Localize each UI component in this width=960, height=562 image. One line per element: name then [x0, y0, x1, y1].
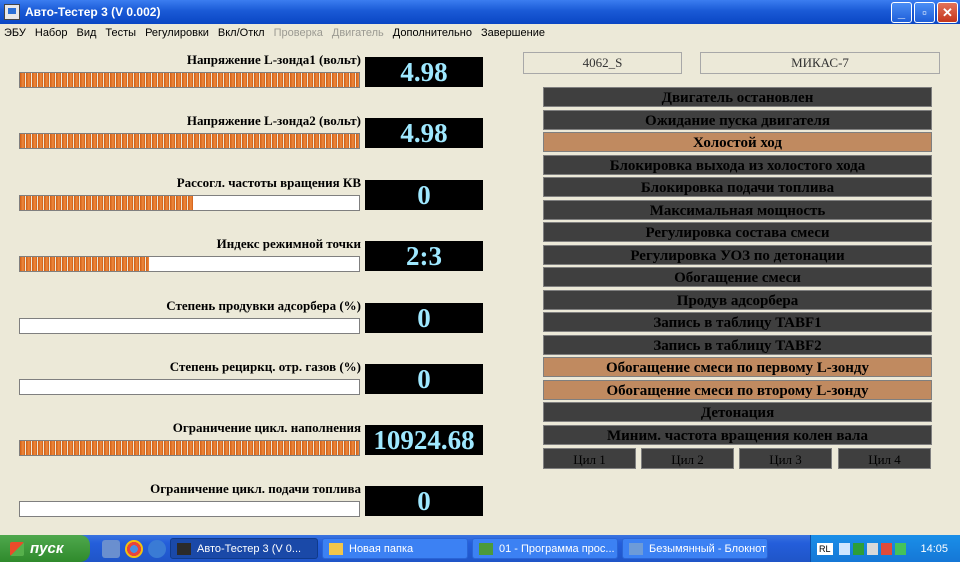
- gauge-bar: [19, 440, 360, 456]
- gauge-label: Ограничение цикл. наполнения: [172, 420, 361, 435]
- gauge-label: Степень рециркц. отр. газов (%): [169, 359, 361, 374]
- gauge-readout: 0: [365, 180, 483, 210]
- gauge-readout: 0: [365, 486, 483, 516]
- start-button[interactable]: пуск: [0, 535, 90, 562]
- mode-indicator: Запись в таблицу TABF1: [543, 312, 932, 332]
- maximize-button[interactable]: ▫: [914, 2, 935, 23]
- start-label: пуск: [30, 540, 64, 557]
- menu-item-9[interactable]: Завершение: [481, 27, 545, 39]
- mode-indicator: Обогащение смеси по второму L-зонду: [543, 379, 932, 400]
- gauge-readout: 10924.68: [365, 425, 483, 455]
- menu-item-2[interactable]: Вид: [76, 27, 96, 39]
- taskbar-button[interactable]: Авто-Тестер 3 (V 0...: [170, 538, 318, 559]
- gauge-bar-fill: [20, 73, 359, 87]
- taskbar-button[interactable]: 01 - Программа прос...: [472, 538, 618, 559]
- gauge-bar: [19, 379, 360, 395]
- mode-indicator: Продув адсорбера: [543, 289, 932, 310]
- gauge-bar-fill: [20, 257, 149, 271]
- menu-item-8[interactable]: Дополнительно: [393, 27, 472, 39]
- taskbar-app-icon: [177, 542, 191, 555]
- cylinder-indicator: Цил 1: [543, 448, 636, 469]
- firmware-info: 4062_S: [523, 52, 682, 74]
- close-button[interactable]: ✕: [937, 2, 958, 23]
- taskbar-button[interactable]: Безымянный - Блокнот: [622, 538, 768, 559]
- gauge-readout: 0: [365, 364, 483, 394]
- gauge-bar-fill: [20, 441, 359, 455]
- system-tray: RL 14:05: [810, 535, 960, 562]
- clock[interactable]: 14:05: [920, 543, 948, 555]
- gauge-bar: [19, 72, 360, 88]
- title-bar[interactable]: Авто-Тестер 3 (V 0.002) _ ▫ ✕: [0, 0, 960, 24]
- network-icon[interactable]: [866, 542, 878, 555]
- taskbar-button-label: Новая папка: [349, 542, 414, 555]
- cylinder-indicator: Цил 2: [641, 448, 734, 469]
- volume-icon[interactable]: [880, 542, 892, 555]
- gauge-label: Напряжение L-зонда1 (вольт): [186, 52, 361, 67]
- menu-item-6: Проверка: [273, 27, 323, 39]
- cylinder-indicator: Цил 4: [838, 448, 931, 469]
- gauge-label: Рассогл. частоты вращения КВ: [176, 175, 361, 190]
- taskbar-app-icon: [629, 542, 643, 555]
- gauge-readout: 2:3: [365, 241, 483, 271]
- taskbar-button-label: 01 - Программа прос...: [499, 542, 615, 555]
- cylinder-indicator: Цил 3: [739, 448, 832, 469]
- battery-icon[interactable]: [894, 542, 906, 555]
- window-title: Авто-Тестер 3 (V 0.002): [25, 5, 161, 19]
- window-controls: _ ▫ ✕: [891, 2, 958, 23]
- menu-item-3[interactable]: Тесты: [105, 27, 136, 39]
- taskbar-app-icon: [329, 542, 343, 555]
- gauge-bar: [19, 256, 360, 272]
- mode-indicator: Запись в таблицу TABF2: [543, 334, 932, 355]
- app-window: Авто-Тестер 3 (V 0.002) _ ▫ ✕ ЭБУ Набор Ви…: [0, 0, 960, 562]
- minimize-button[interactable]: _: [891, 2, 912, 23]
- mode-indicator: Блокировка подачи топлива: [543, 177, 932, 197]
- gauge-bar-fill: [20, 196, 193, 210]
- gauge-readout: 4.98: [365, 118, 483, 148]
- mode-indicator: Ожидание пуска двигателя: [543, 109, 932, 130]
- mode-indicator: Регулировка УОЗ по детонации: [543, 244, 932, 265]
- internet-explorer-icon[interactable]: [148, 539, 166, 558]
- menu-item-1[interactable]: Набор: [35, 27, 68, 39]
- gauge-readout: 4.98: [365, 57, 483, 87]
- show-desktop-icon[interactable]: [102, 539, 120, 558]
- gauge-label: Степень продувки адсорбера (%): [166, 298, 361, 313]
- gauge-label: Ограничение цикл. подачи топлива: [150, 481, 361, 496]
- mode-indicator: Обогащение смеси: [543, 267, 932, 287]
- menu-item-0[interactable]: ЭБУ: [4, 27, 26, 39]
- taskbar-button-label: Безымянный - Блокнот: [649, 542, 767, 555]
- menu-item-5[interactable]: Вкл/Откл: [218, 27, 265, 39]
- taskbar-app-icon: [479, 542, 493, 555]
- mode-indicator: Блокировка выхода из холостого хода: [543, 154, 932, 175]
- app-icon: [4, 4, 20, 20]
- mode-indicator: Холостой ход: [543, 132, 932, 152]
- gauge-bar: [19, 195, 360, 211]
- taskbar-button[interactable]: Новая папка: [322, 538, 468, 559]
- gauge-label: Индекс режимной точки: [216, 236, 361, 251]
- tray-arrow-icon[interactable]: [838, 542, 850, 555]
- antivirus-icon[interactable]: [852, 542, 864, 555]
- mode-indicator: Обогащение смеси по первому L-зонду: [543, 357, 932, 377]
- chrome-icon[interactable]: [125, 539, 143, 558]
- gauge-label: Напряжение L-зонда2 (вольт): [186, 113, 361, 128]
- gauge-bar: [19, 501, 360, 517]
- menu-bar: ЭБУ Набор Вид Тесты Регулировки Вкл/Откл Прове…: [0, 24, 960, 42]
- ecu-info: МИКАС-7: [700, 52, 940, 74]
- gauge-bar: [19, 318, 360, 334]
- taskbar-button-label: Авто-Тестер 3 (V 0...: [197, 542, 302, 555]
- menu-item-7: Двигатель: [331, 27, 384, 39]
- mode-indicator: Двигатель остановлен: [543, 87, 932, 107]
- menu-item-4[interactable]: Регулировки: [145, 27, 209, 39]
- gauge-readout: 0: [365, 303, 483, 333]
- language-indicator[interactable]: RL: [817, 542, 833, 555]
- gauge-bar: [19, 133, 360, 149]
- mode-indicator: Детонация: [543, 402, 932, 422]
- gauge-bar-fill: [20, 134, 359, 148]
- mode-indicator: Максимальная мощность: [543, 199, 932, 220]
- mode-indicator: Регулировка состава смеси: [543, 222, 932, 242]
- windows-logo-icon: [10, 541, 24, 556]
- mode-indicator: Миним. частота вращения колен вала: [543, 424, 932, 445]
